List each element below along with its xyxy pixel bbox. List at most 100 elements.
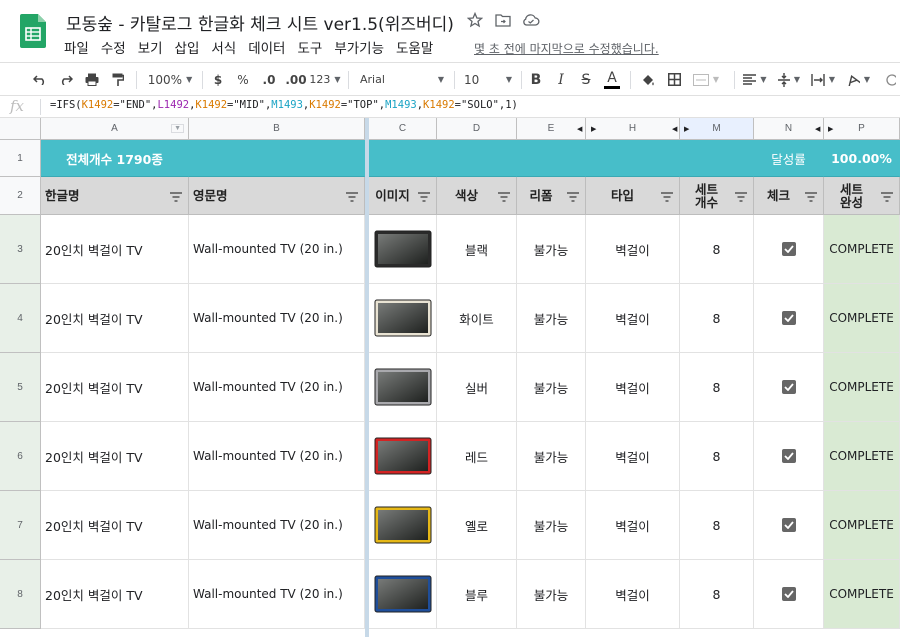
image-cell[interactable]: [369, 422, 437, 491]
checkbox-checked-icon[interactable]: [781, 380, 796, 394]
type-cell[interactable]: 벽걸이: [586, 215, 680, 284]
korean-name-cell[interactable]: 20인치 벽걸이 TV: [41, 215, 189, 284]
reform-cell[interactable]: 불가능: [517, 560, 586, 629]
row-header[interactable]: 8: [0, 560, 41, 629]
column-header-h[interactable]: H: [586, 118, 680, 140]
menu-format[interactable]: 서식: [211, 37, 236, 57]
check-cell[interactable]: [754, 491, 824, 560]
set-count-cell[interactable]: 8: [680, 353, 754, 422]
reform-cell[interactable]: 불가능: [517, 284, 586, 353]
bold-button[interactable]: B: [526, 63, 546, 96]
korean-name-cell[interactable]: 20인치 벽걸이 TV: [41, 560, 189, 629]
type-cell[interactable]: 벽걸이: [586, 560, 680, 629]
reform-cell[interactable]: 불가능: [517, 491, 586, 560]
fill-color-icon[interactable]: [638, 63, 658, 96]
column-header-c[interactable]: C: [369, 118, 437, 140]
check-cell[interactable]: [754, 422, 824, 491]
menu-insert[interactable]: 삽입: [175, 37, 200, 57]
image-cell[interactable]: [369, 215, 437, 284]
hidden-columns-arrow-icon[interactable]: ▶: [591, 125, 596, 133]
column-title-7[interactable]: 체크: [754, 177, 824, 215]
menu-file[interactable]: 파일: [64, 37, 89, 57]
hidden-columns-arrow-icon[interactable]: ◀: [815, 125, 820, 133]
korean-name-cell[interactable]: 20인치 벽걸이 TV: [41, 353, 189, 422]
set-complete-cell[interactable]: COMPLETE: [824, 284, 900, 353]
menu-data[interactable]: 데이터: [248, 37, 285, 57]
text-rotation-icon[interactable]: ▼: [842, 63, 874, 96]
checkbox-checked-icon[interactable]: [781, 518, 796, 532]
filter-icon[interactable]: [346, 191, 358, 202]
column-title-5[interactable]: 타입: [586, 177, 680, 215]
english-name-cell[interactable]: Wall-mounted TV (20 in.): [189, 353, 365, 422]
menu-addons[interactable]: 부가기능: [334, 37, 384, 57]
strikethrough-button[interactable]: S: [576, 63, 596, 96]
color-cell[interactable]: 레드: [437, 422, 517, 491]
check-cell[interactable]: [754, 353, 824, 422]
redo-icon[interactable]: [56, 63, 76, 96]
column-title-0[interactable]: 한글명: [41, 177, 189, 215]
english-name-cell[interactable]: Wall-mounted TV (20 in.): [189, 422, 365, 491]
zoom-select[interactable]: 100% ▼: [144, 63, 196, 96]
english-name-cell[interactable]: Wall-mounted TV (20 in.): [189, 560, 365, 629]
row-header[interactable]: 6: [0, 422, 41, 491]
english-name-cell[interactable]: Wall-mounted TV (20 in.): [189, 284, 365, 353]
frozen-column-divider[interactable]: [365, 118, 369, 637]
row-header[interactable]: 1: [0, 140, 41, 177]
english-name-cell[interactable]: Wall-mounted TV (20 in.): [189, 491, 365, 560]
column-title-4[interactable]: 리폼: [517, 177, 586, 215]
color-cell[interactable]: 블루: [437, 560, 517, 629]
image-cell[interactable]: [369, 560, 437, 629]
font-size-select[interactable]: 10 ▼: [460, 63, 516, 96]
column-header-e[interactable]: E: [517, 118, 586, 140]
check-cell[interactable]: [754, 215, 824, 284]
select-all-corner[interactable]: [0, 118, 41, 140]
color-cell[interactable]: 화이트: [437, 284, 517, 353]
type-cell[interactable]: 벽걸이: [586, 422, 680, 491]
merge-cells-icon[interactable]: ▼: [690, 63, 722, 96]
set-count-cell[interactable]: 8: [680, 422, 754, 491]
column-header-d[interactable]: D: [437, 118, 517, 140]
check-cell[interactable]: [754, 284, 824, 353]
menu-view[interactable]: 보기: [138, 37, 163, 57]
reform-cell[interactable]: 불가능: [517, 353, 586, 422]
row-header[interactable]: 7: [0, 491, 41, 560]
filter-icon[interactable]: [881, 191, 893, 202]
summary-cell[interactable]: [437, 140, 517, 177]
text-wrap-icon[interactable]: ▼: [808, 63, 838, 96]
font-family-select[interactable]: Arial ▼: [356, 63, 448, 96]
row-header[interactable]: 2: [0, 177, 41, 215]
paint-format-icon[interactable]: [108, 63, 128, 96]
hidden-columns-arrow-icon[interactable]: ▶: [828, 125, 833, 133]
achievement-label[interactable]: 달성률: [754, 140, 824, 177]
percent-format-button[interactable]: %: [233, 63, 253, 96]
korean-name-cell[interactable]: 20인치 벽걸이 TV: [41, 422, 189, 491]
summary-cell[interactable]: [369, 140, 437, 177]
image-cell[interactable]: [369, 353, 437, 422]
type-cell[interactable]: 벽걸이: [586, 491, 680, 560]
filter-icon[interactable]: [170, 191, 182, 202]
reform-cell[interactable]: 불가능: [517, 215, 586, 284]
star-icon[interactable]: [466, 11, 484, 29]
set-count-cell[interactable]: 8: [680, 560, 754, 629]
color-cell[interactable]: 실버: [437, 353, 517, 422]
summary-cell[interactable]: [517, 140, 586, 177]
achievement-rate[interactable]: 100.00%: [824, 140, 900, 177]
image-cell[interactable]: [369, 491, 437, 560]
menu-help[interactable]: 도움말: [396, 37, 433, 57]
hidden-columns-arrow-icon[interactable]: ▶: [684, 125, 689, 133]
column-title-6[interactable]: 세트개수: [680, 177, 754, 215]
summary-cell[interactable]: [189, 140, 365, 177]
document-title[interactable]: 모동숲 - 카탈로그 한글화 체크 시트 ver1.5(위즈버디): [66, 10, 454, 35]
cloud-saved-icon[interactable]: [522, 11, 540, 29]
filter-icon[interactable]: [418, 191, 430, 202]
set-complete-cell[interactable]: COMPLETE: [824, 491, 900, 560]
summary-cell[interactable]: [586, 140, 680, 177]
english-name-cell[interactable]: Wall-mounted TV (20 in.): [189, 215, 365, 284]
column-header-a[interactable]: A ▼: [41, 118, 189, 140]
korean-name-cell[interactable]: 20인치 벽걸이 TV: [41, 491, 189, 560]
column-title-1[interactable]: 영문명: [189, 177, 365, 215]
set-complete-cell[interactable]: COMPLETE: [824, 560, 900, 629]
increase-decimal-button[interactable]: .00: [284, 63, 308, 96]
column-title-2[interactable]: 이미지: [369, 177, 437, 215]
menu-tools[interactable]: 도구: [297, 37, 322, 57]
